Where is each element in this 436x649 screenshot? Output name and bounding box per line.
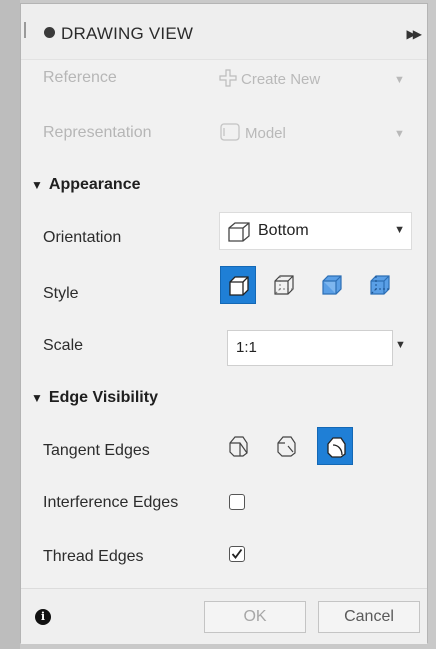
reference-dropdown: Create New xyxy=(219,69,320,91)
orientation-value: Bottom xyxy=(258,222,309,239)
chevron-down-icon: ▼ xyxy=(394,224,405,236)
model-icon xyxy=(219,122,241,146)
chevron-down-icon: ▼ xyxy=(394,128,405,140)
drag-handle[interactable] xyxy=(24,22,26,38)
panel-titlebar[interactable]: DRAWING VIEW ▶▶ xyxy=(21,4,427,60)
interference-edges-label: Interference Edges xyxy=(43,494,179,511)
chevron-down-icon[interactable]: ▼ xyxy=(395,339,406,351)
info-icon[interactable]: i xyxy=(35,609,51,625)
edge-visibility-header-label: Edge Visibility xyxy=(48,389,158,406)
tangent-edges-label: Tangent Edges xyxy=(43,442,150,459)
style-shaded-hidden-button[interactable] xyxy=(362,266,398,304)
cube-orientation-icon xyxy=(226,220,252,249)
style-visible-edges-button[interactable] xyxy=(220,266,256,304)
representation-dropdown: Model xyxy=(219,122,286,146)
reference-label: Reference xyxy=(43,69,117,86)
thread-edges-label: Thread Edges xyxy=(43,548,144,565)
collapse-triangle-icon: ▼ xyxy=(31,391,43,405)
shaded-with-hidden-edges-icon xyxy=(370,275,390,295)
appearance-header-label: Appearance xyxy=(48,176,141,193)
collapse-triangle-icon: ▼ xyxy=(31,178,43,192)
panel-title: DRAWING VIEW xyxy=(61,24,194,43)
style-label: Style xyxy=(43,285,79,302)
representation-value: Model xyxy=(245,124,286,142)
tangent-off-button[interactable] xyxy=(317,427,353,465)
cancel-button[interactable]: Cancel xyxy=(318,601,420,633)
representation-label: Representation xyxy=(43,124,152,141)
scale-value: 1:1 xyxy=(236,339,257,356)
tangent-full-length-button[interactable] xyxy=(220,427,256,465)
edge-visibility-section-header[interactable]: ▼ Edge Visibility xyxy=(31,389,158,407)
interference-edges-checkbox[interactable] xyxy=(229,494,245,510)
visible-and-hidden-edges-icon xyxy=(274,275,294,295)
orientation-label: Orientation xyxy=(43,229,122,246)
panel-footer: i OK Cancel xyxy=(21,588,427,644)
drawing-view-panel: DRAWING VIEW ▶▶ Reference Create New ▼ R… xyxy=(20,3,428,644)
scale-label: Scale xyxy=(43,337,84,354)
double-chevron-right-icon[interactable]: ▶▶ xyxy=(407,27,423,41)
style-hidden-edges-button[interactable] xyxy=(266,266,302,304)
reference-value: Create New xyxy=(241,70,321,88)
orientation-dropdown[interactable]: Bottom ▼ xyxy=(219,212,412,250)
appearance-section-header[interactable]: ▼ Appearance xyxy=(31,176,140,194)
tangent-full-length-icon xyxy=(229,436,248,457)
ok-button[interactable]: OK xyxy=(204,601,306,633)
thread-edges-checkbox[interactable] xyxy=(229,546,245,562)
tangent-shortened-icon xyxy=(277,436,296,457)
panel-dot-icon xyxy=(44,27,55,38)
tangent-shortened-button[interactable] xyxy=(268,427,304,465)
checkmark-icon xyxy=(231,548,243,559)
style-shaded-button[interactable] xyxy=(314,266,350,304)
left-edge-strip xyxy=(0,0,20,649)
visible-edges-icon xyxy=(229,276,249,296)
create-new-icon xyxy=(219,69,237,91)
chevron-down-icon: ▼ xyxy=(394,74,405,86)
tangent-off-icon xyxy=(327,437,346,458)
scale-input[interactable]: 1:1 xyxy=(227,330,393,366)
shaded-icon xyxy=(322,275,342,295)
